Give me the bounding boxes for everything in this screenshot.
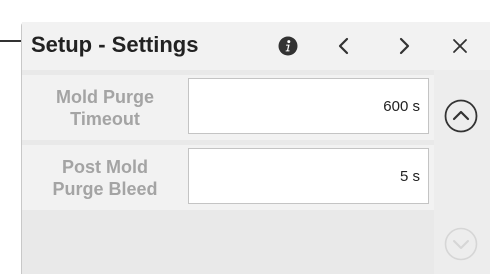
- screen: Setup - Settings Mold Purge Timeout 600 …: [0, 0, 490, 274]
- chevron-up-circle-icon: [444, 99, 478, 133]
- close-button[interactable]: [444, 30, 476, 62]
- settings-panel: Setup - Settings Mold Purge Timeout 600 …: [21, 22, 490, 274]
- chevron-down-circle-icon: [444, 227, 478, 261]
- callout-line: [0, 40, 21, 42]
- settings-list: Mold Purge Timeout 600 s Post Mold Purge…: [22, 70, 434, 274]
- setting-label: Mold Purge Timeout: [56, 86, 154, 129]
- previous-button[interactable]: [328, 30, 360, 62]
- panel-title: Setup - Settings: [31, 32, 199, 57]
- setting-label: Post Mold Purge Bleed: [52, 156, 158, 199]
- panel-header: Setup - Settings: [22, 22, 490, 70]
- close-icon: [453, 39, 467, 53]
- chevron-left-icon: [338, 37, 349, 55]
- setting-row-mold-purge-timeout: Mold Purge Timeout 600 s: [22, 75, 434, 140]
- scroll-down-button[interactable]: [444, 227, 478, 261]
- post-mold-purge-bleed-field[interactable]: 5 s: [188, 148, 429, 204]
- mold-purge-timeout-field[interactable]: 600 s: [188, 78, 429, 134]
- next-button[interactable]: [388, 30, 420, 62]
- info-icon: [278, 36, 298, 56]
- setting-row-post-mold-purge-bleed: Post Mold Purge Bleed 5 s: [22, 145, 434, 210]
- chevron-right-icon: [399, 37, 410, 55]
- info-button[interactable]: [272, 30, 304, 62]
- scroll-up-button[interactable]: [444, 99, 478, 133]
- scroll-controls: [434, 70, 490, 274]
